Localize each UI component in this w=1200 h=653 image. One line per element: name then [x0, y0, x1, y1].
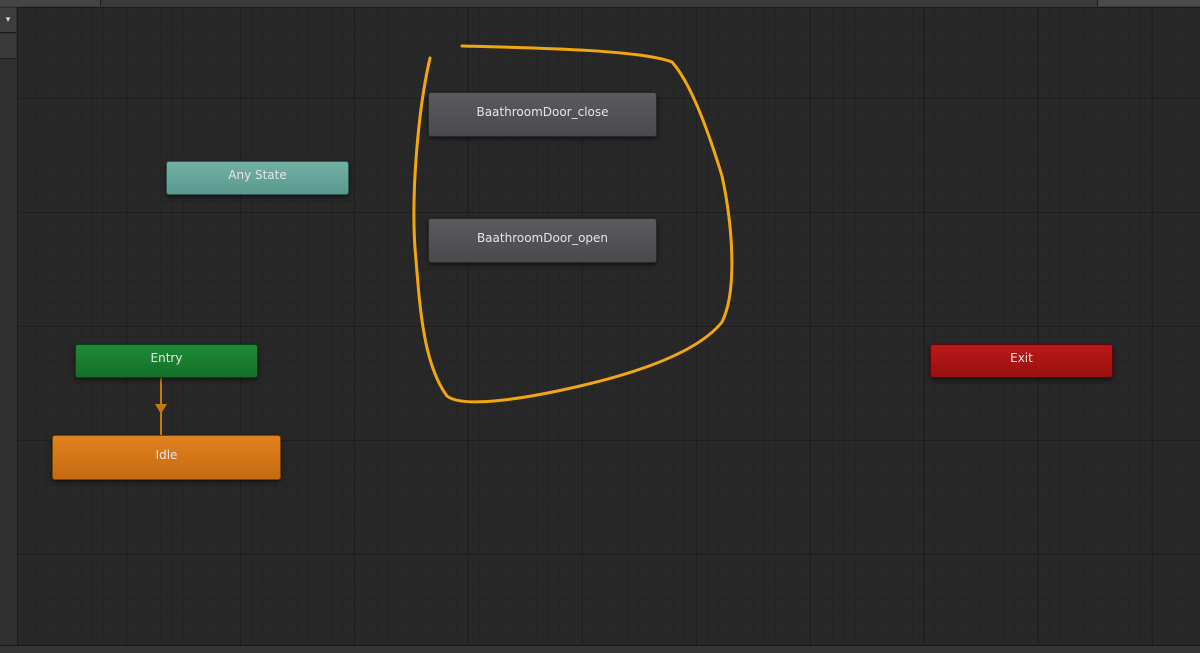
- chevron-down-icon[interactable]: ▾: [0, 8, 16, 33]
- exit-label: Exit: [1010, 351, 1033, 365]
- side-panel-tab[interactable]: [0, 34, 16, 59]
- side-panel-strip: [0, 7, 18, 653]
- entry-label: Entry: [150, 351, 183, 365]
- state-label: BaathroomDoor_open: [476, 230, 609, 245]
- state-node-bathroom-door-close[interactable]: BaathroomDoor_close: [428, 92, 657, 137]
- entry-node[interactable]: Entry: [75, 344, 258, 378]
- idle-state-node[interactable]: Idle: [52, 435, 281, 480]
- top-toolbar: [0, 0, 1200, 8]
- exit-node[interactable]: Exit: [930, 344, 1113, 378]
- state-node-bathroom-door-open[interactable]: BaathroomDoor_open: [428, 218, 657, 263]
- any-state-label: Any State: [228, 168, 287, 182]
- layers-tab[interactable]: [0, 0, 101, 6]
- idle-label: Idle: [155, 447, 178, 462]
- any-state-node[interactable]: Any State: [166, 161, 349, 195]
- toolbar-right-control[interactable]: [1097, 0, 1200, 6]
- bottom-status-bar: [0, 645, 1200, 653]
- state-label: BaathroomDoor_close: [476, 104, 609, 119]
